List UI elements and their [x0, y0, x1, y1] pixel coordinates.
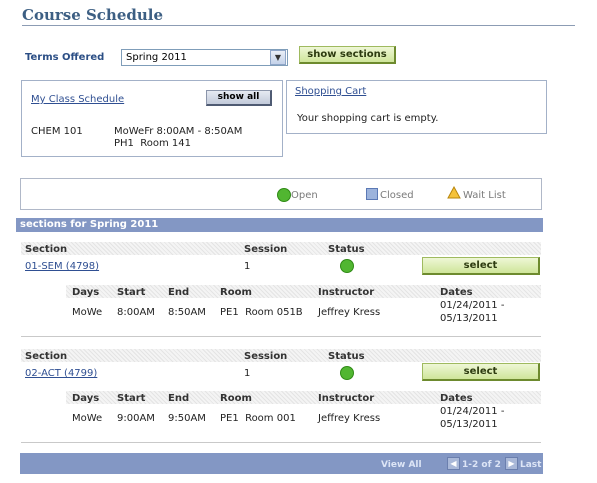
- dates-column-header: Dates: [440, 287, 473, 298]
- meeting-room: PE1 Room 001: [220, 413, 296, 424]
- meeting-dates-start: 01/24/2011 -: [440, 406, 505, 417]
- terms-offered-label: Terms Offered: [25, 52, 105, 63]
- legend-open-label: Open: [291, 190, 318, 201]
- section-link-2[interactable]: 02-ACT (4799): [25, 368, 97, 379]
- open-status-icon: [340, 366, 354, 380]
- legend-closed-label: Closed: [380, 190, 414, 201]
- schedule-room: PH1 Room 141: [114, 138, 192, 149]
- room-column-header: Room: [220, 393, 252, 404]
- legend-wait-list-label: Wait List: [463, 190, 506, 201]
- terms-select-value: Spring 2011: [126, 52, 187, 63]
- title-divider: [22, 25, 575, 26]
- days-column-header: Days: [72, 393, 100, 404]
- section-link-1[interactable]: 01-SEM (4798): [25, 261, 99, 272]
- meeting-end: 8:50AM: [168, 307, 206, 318]
- status-column-header: Status: [328, 244, 365, 255]
- meeting-instructor: Jeffrey Kress: [318, 307, 381, 318]
- section-session-1: 1: [244, 261, 251, 272]
- section-divider: [21, 336, 541, 337]
- first-page-icon[interactable]: ◀: [447, 457, 460, 470]
- instructor-column-header: Instructor: [318, 287, 375, 298]
- open-status-icon: [340, 259, 354, 273]
- wait-list-icon: [447, 186, 461, 199]
- open-status-icon: [277, 188, 291, 202]
- start-column-header: Start: [117, 287, 146, 298]
- meeting-instructor: Jeffrey Kress: [318, 413, 381, 424]
- my-class-schedule-link[interactable]: My Class Schedule: [31, 94, 124, 105]
- meeting-days: MoWe: [72, 307, 103, 318]
- sections-band: sections for Spring 2011: [16, 218, 543, 232]
- section-session-2: 1: [244, 368, 251, 379]
- section-column-header: Section: [25, 351, 68, 362]
- dates-column-header: Dates: [440, 393, 473, 404]
- meeting-end: 9:50AM: [168, 413, 206, 424]
- section-column-header: Section: [25, 244, 68, 255]
- section-divider: [21, 442, 541, 443]
- shopping-cart-link[interactable]: Shopping Cart: [295, 86, 366, 97]
- instructor-column-header: Instructor: [318, 393, 375, 404]
- meeting-days: MoWe: [72, 413, 103, 424]
- pager-range: 1-2 of 2: [462, 460, 501, 470]
- end-column-header: End: [168, 287, 190, 298]
- show-all-button[interactable]: show all: [206, 90, 272, 106]
- schedule-time: MoWeFr 8:00AM - 8:50AM: [114, 126, 243, 137]
- meeting-dates-end: 05/13/2011: [440, 313, 498, 324]
- cart-empty-message: Your shopping cart is empty.: [297, 113, 439, 124]
- view-all-link[interactable]: View All: [381, 460, 422, 470]
- start-column-header: Start: [117, 393, 146, 404]
- chevron-down-icon[interactable]: ▼: [270, 50, 286, 65]
- session-column-header: Session: [244, 244, 288, 255]
- meeting-room: PE1 Room 051B: [220, 307, 303, 318]
- meeting-dates-start: 01/24/2011 -: [440, 300, 505, 311]
- next-page-icon[interactable]: ▶: [505, 457, 518, 470]
- terms-select[interactable]: Spring 2011 ▼: [121, 49, 288, 66]
- last-page-link[interactable]: Last: [520, 460, 541, 470]
- meeting-start: 9:00AM: [117, 413, 155, 424]
- closed-status-icon: [366, 188, 378, 200]
- select-section-button-2[interactable]: select: [422, 363, 540, 381]
- page-title: Course Schedule: [22, 6, 164, 24]
- meeting-dates-end: 05/13/2011: [440, 419, 498, 430]
- meeting-start: 8:00AM: [117, 307, 155, 318]
- status-column-header: Status: [328, 351, 365, 362]
- room-column-header: Room: [220, 287, 252, 298]
- end-column-header: End: [168, 393, 190, 404]
- days-column-header: Days: [72, 287, 100, 298]
- select-section-button-1[interactable]: select: [422, 257, 540, 275]
- schedule-course: CHEM 101: [31, 126, 83, 137]
- session-column-header: Session: [244, 351, 288, 362]
- show-sections-button[interactable]: show sections: [299, 46, 396, 64]
